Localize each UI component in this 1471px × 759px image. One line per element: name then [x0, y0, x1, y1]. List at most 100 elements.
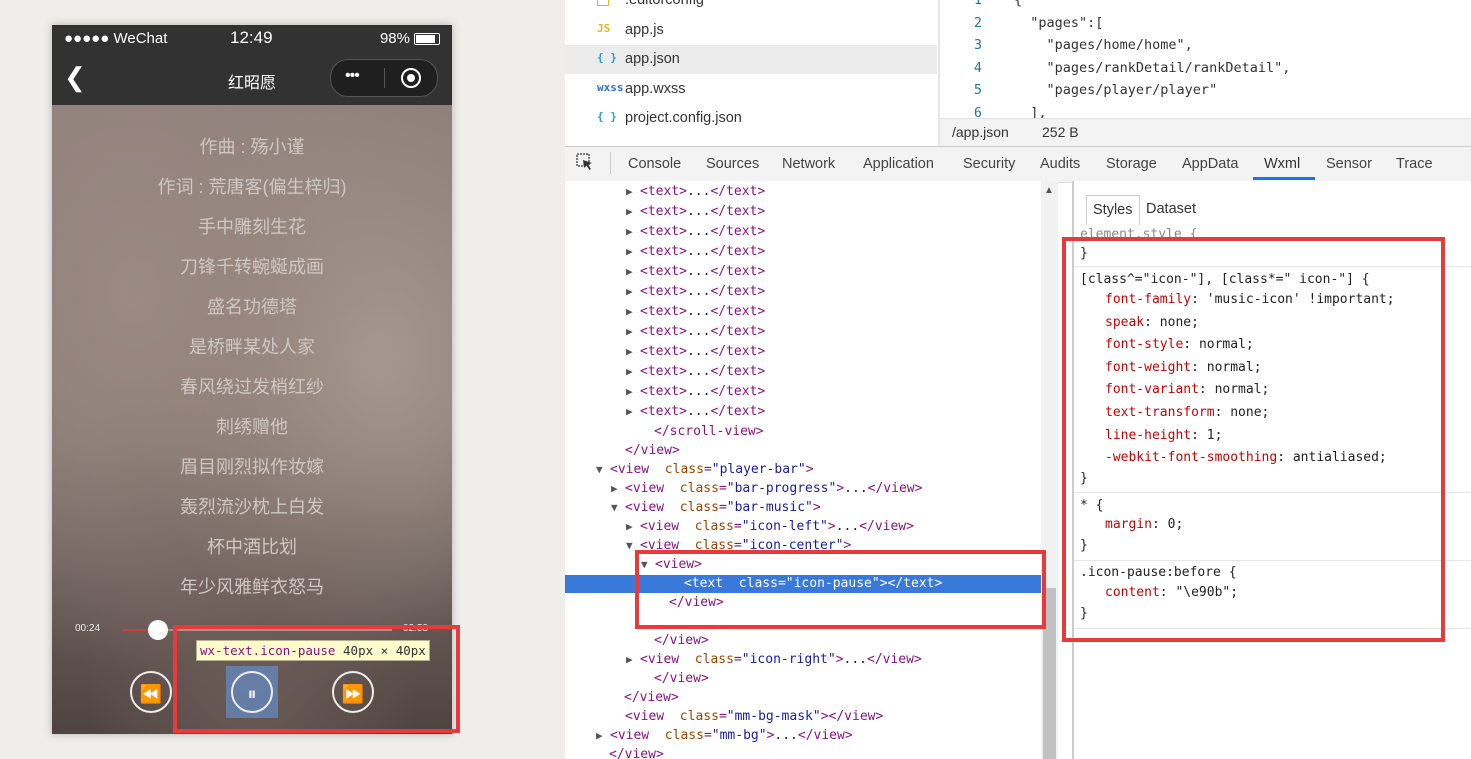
tab-styles[interactable]: Styles [1086, 195, 1140, 225]
wxml-node[interactable]: ▶ <view class="bar-progress">...</view> [565, 480, 1041, 498]
scroll-up-icon[interactable]: ▲ [1044, 185, 1054, 196]
tab-audits[interactable]: Audits [1040, 156, 1080, 172]
expand-arrow-icon[interactable]: ▶ [626, 285, 633, 298]
expand-arrow-icon[interactable]: ▶ [626, 325, 633, 338]
markup-token: <text> [640, 264, 687, 279]
wxml-node[interactable]: ▶ <text>...</text> [565, 323, 1041, 341]
markup-token: ... [835, 519, 860, 534]
wxml-node[interactable]: </view> [565, 670, 1041, 688]
tab-appdata[interactable]: AppData [1182, 156, 1238, 172]
wxml-node[interactable]: </view> [565, 442, 1041, 460]
tab-storage[interactable]: Storage [1106, 156, 1157, 172]
markup-token: <view [625, 500, 672, 515]
wxml-node[interactable]: ▶ <view class="mm-bg">...</view> [565, 727, 1041, 745]
tab-dataset[interactable]: Dataset [1140, 195, 1202, 225]
file-tree: .editorconfig JS app.js{ } app.json wxss app.… [565, 0, 940, 146]
expand-arrow-icon[interactable]: ▶ [626, 345, 633, 358]
markup-token: = [703, 462, 712, 477]
file-item[interactable]: { } app.json [565, 45, 937, 74]
wxml-node[interactable]: ▶ <text>...</text> [565, 403, 1041, 421]
wxml-node[interactable]: <view class="mm-bg-mask"></view> [565, 708, 1041, 726]
code-line: "pages/home/home", [1014, 37, 1193, 53]
wxml-node[interactable]: ▶ <text>...</text> [565, 203, 1041, 221]
markup-token: </text> [710, 344, 766, 359]
wxml-node[interactable]: ▶ <text>...</text> [565, 223, 1041, 241]
expand-arrow-icon[interactable]: ▶ [626, 185, 633, 198]
node-markup: <text>...</text> [640, 344, 765, 359]
file-item[interactable]: JS app.js [565, 16, 937, 45]
markup-token: > [820, 709, 829, 724]
node-markup: <view class="icon-left">...</view> [640, 519, 914, 534]
wxml-node[interactable]: ▶ <text>...</text> [565, 363, 1041, 381]
expand-arrow-icon[interactable]: ▶ [611, 482, 618, 495]
expand-arrow-icon[interactable]: ▶ [626, 225, 633, 238]
tab-console[interactable]: Console [628, 156, 681, 172]
wxml-node[interactable]: ▶ <text>...</text> [565, 263, 1041, 281]
wxml-node[interactable]: ▶ <text>...</text> [565, 283, 1041, 301]
wxml-node[interactable]: ▶ <view class="icon-right">...</view> [565, 651, 1041, 669]
tab-sources[interactable]: Sources [706, 156, 759, 172]
node-markup: <text>...</text> [640, 244, 765, 259]
wxml-node[interactable]: ▼ <view class="bar-music"> [565, 499, 1041, 517]
markup-token: </text> [710, 204, 766, 219]
tab-security[interactable]: Security [963, 156, 1015, 172]
file-item[interactable]: wxss app.wxss [565, 75, 937, 104]
markup-token: </text> [710, 404, 766, 419]
wxml-node[interactable]: ▶ <text>...</text> [565, 303, 1041, 321]
expand-arrow-icon[interactable]: ▶ [626, 365, 633, 378]
wxml-node[interactable]: ▶ <text>...</text> [565, 183, 1041, 201]
wxml-node[interactable]: </view> [565, 689, 1041, 707]
markup-token: ... [686, 364, 711, 379]
current-time: 00:24 [75, 623, 101, 634]
code-line: "pages/rankDetail/rankDetail", [1014, 59, 1291, 76]
devtools-tab-bar: Console Sources Network Application Security… [565, 146, 1471, 183]
node-markup: <text>...</text> [640, 284, 765, 299]
tab-network[interactable]: Network [782, 156, 835, 172]
wxml-node[interactable]: </view> [565, 746, 1041, 759]
more-icon[interactable]: ••• [345, 67, 360, 85]
node-markup: <text>...</text> [640, 404, 765, 419]
expand-arrow-icon[interactable]: ▶ [626, 245, 633, 258]
expand-arrow-icon[interactable]: ▶ [626, 265, 633, 278]
node-markup: <view class="bar-progress">...</view> [625, 481, 922, 496]
wxml-node[interactable]: ▶ <text>...</text> [565, 343, 1041, 361]
battery-icon [414, 32, 440, 45]
expand-arrow-icon[interactable]: ▶ [596, 729, 603, 742]
markup-token: ... [774, 728, 798, 743]
code-line: ], [1014, 104, 1047, 119]
expand-arrow-icon[interactable]: ▶ [626, 520, 633, 533]
tab-application[interactable]: Application [863, 156, 934, 172]
collapse-arrow-icon[interactable]: ▼ [596, 463, 603, 476]
markup-token: class [656, 728, 704, 743]
progress-thumb[interactable] [148, 620, 168, 640]
wxml-node[interactable]: </view> [565, 632, 1041, 650]
expand-arrow-icon[interactable]: ▶ [626, 385, 633, 398]
wxml-node[interactable]: ▶ <text>...</text> [565, 243, 1041, 261]
carrier-label: ●●●●● WeChat [64, 30, 168, 47]
file-item[interactable]: .editorconfig [565, 0, 937, 15]
line-number: 5 [973, 82, 982, 98]
collapse-arrow-icon[interactable]: ▼ [626, 539, 633, 552]
collapse-arrow-icon[interactable]: ▼ [611, 501, 618, 514]
code-editor[interactable]: 1 {2 "pages":[3 "pages/home/home", 4 "page… [940, 0, 1471, 118]
previous-icon[interactable]: ⏪ [130, 671, 172, 713]
tab-sensor[interactable]: Sensor [1326, 156, 1372, 172]
wxml-node[interactable]: ▼ <view class="player-bar"> [565, 461, 1041, 479]
wxml-node[interactable]: </scroll-view> [565, 423, 1041, 441]
wxml-node[interactable]: ▶ <text>...</text> [565, 383, 1041, 401]
close-target-icon[interactable] [401, 68, 421, 88]
wxml-node[interactable]: ▶ <view class="icon-left">...</view> [565, 518, 1041, 536]
markup-token: ... [686, 324, 711, 339]
inspect-element-icon[interactable] [576, 153, 594, 171]
tab-trace[interactable]: Trace [1396, 156, 1433, 172]
lyric-line: 作词 : 荒唐客(偏生梓归) [157, 177, 347, 197]
expand-arrow-icon[interactable]: ▶ [626, 305, 633, 318]
markup-token: ... [686, 384, 711, 399]
tab-wxml[interactable]: Wxml [1264, 156, 1300, 172]
expand-arrow-icon[interactable]: ▶ [626, 205, 633, 218]
file-name: app.wxss [625, 80, 686, 97]
markup-token: </view> [654, 633, 709, 648]
expand-arrow-icon[interactable]: ▶ [626, 405, 633, 418]
file-item[interactable]: { } project.config.json [565, 104, 937, 133]
expand-arrow-icon[interactable]: ▶ [626, 653, 633, 666]
